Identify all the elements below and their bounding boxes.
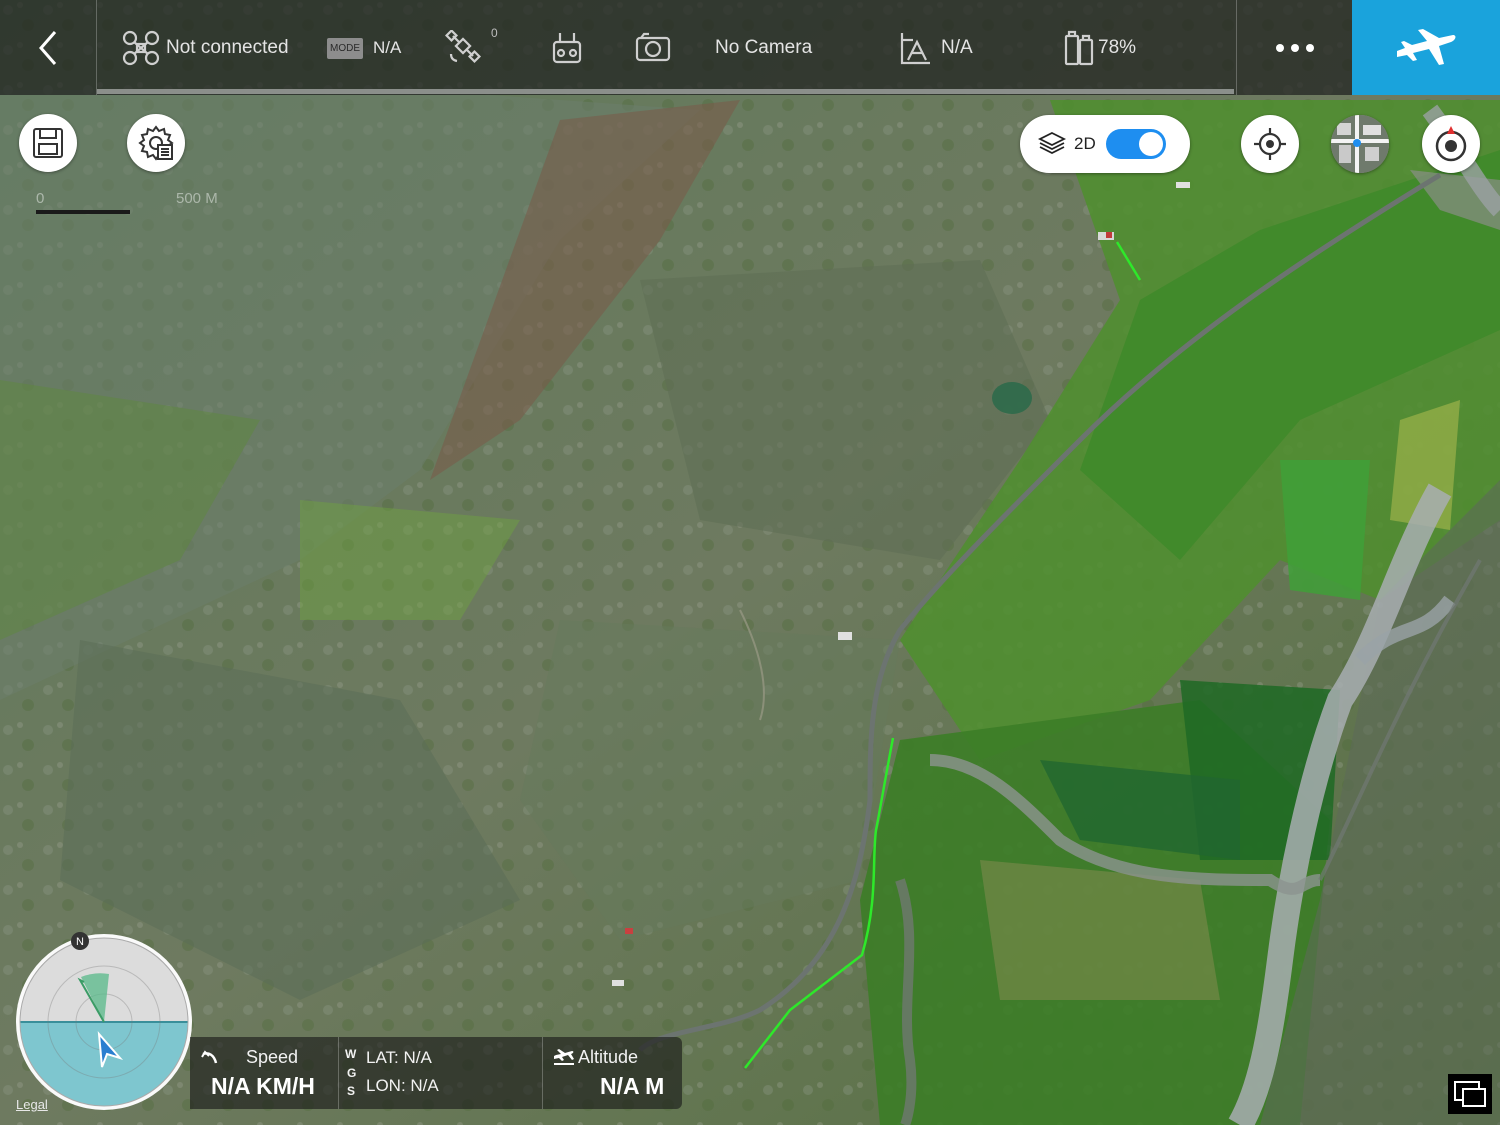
longitude: LON: N/A xyxy=(366,1076,439,1095)
chevron-left-icon xyxy=(39,30,57,65)
scale-bar xyxy=(36,210,130,214)
compass-icon xyxy=(1435,126,1467,162)
altitude-label: Altitude xyxy=(578,1047,639,1067)
mode-badge: MODE xyxy=(327,37,363,59)
airplane-icon xyxy=(1397,28,1456,65)
speed-label: Speed xyxy=(246,1047,299,1067)
scale-start: 0 xyxy=(36,190,45,207)
camera-icon xyxy=(635,32,671,62)
altitude-icon xyxy=(554,1049,574,1065)
flight-mode-value: N/A xyxy=(941,37,973,58)
flight-mode-icon xyxy=(900,33,930,65)
back-button[interactable] xyxy=(0,0,97,95)
camera-indicator[interactable] xyxy=(635,30,671,66)
picture-in-picture-button[interactable] xyxy=(1448,1074,1492,1114)
divider xyxy=(338,1037,339,1109)
wgs-g: G xyxy=(347,1066,357,1080)
crosshair-icon xyxy=(1254,128,1286,160)
speed-icon xyxy=(201,1050,218,1064)
speed-value: N/A KM/H xyxy=(211,1073,315,1099)
view-mode-label: 2D xyxy=(1074,134,1096,153)
satellite-icon xyxy=(445,30,482,64)
status-progress-line xyxy=(97,89,1234,94)
satellite-indicator[interactable]: 0 xyxy=(445,26,498,66)
view-mode-switch[interactable] xyxy=(1106,129,1166,159)
layers-icon xyxy=(1037,131,1067,155)
street-map-thumbnail-icon xyxy=(1331,115,1389,173)
telemetry-panel: Speed N/A KM/H W G S LAT: N/A LON: N/A A… xyxy=(190,1037,682,1109)
legal-link[interactable]: Legal xyxy=(16,1097,48,1112)
picture-in-picture-icon xyxy=(1454,1081,1486,1107)
scale-end: 500 M xyxy=(176,190,218,207)
remote-controller-indicator[interactable] xyxy=(552,30,582,66)
more-button[interactable] xyxy=(1236,0,1353,95)
drone-icon xyxy=(122,30,160,66)
remote-controller-icon xyxy=(552,33,582,64)
wgs-w: W xyxy=(345,1047,357,1061)
fly-button[interactable] xyxy=(1352,0,1500,95)
locate-button[interactable] xyxy=(1241,115,1299,173)
divider xyxy=(542,1037,543,1109)
mode-value: N/A xyxy=(373,38,402,57)
top-status-bar: Not connected MODE N/A 0 No Camera N/A 7… xyxy=(0,0,1500,95)
map-settings-button[interactable] xyxy=(127,114,185,172)
altitude-value: N/A M xyxy=(600,1073,665,1099)
aircraft-status[interactable]: Not connected xyxy=(122,30,289,66)
save-icon xyxy=(33,128,63,158)
battery-indicator[interactable]: 78% xyxy=(1064,30,1136,66)
battery-icon xyxy=(1064,30,1094,66)
save-map-button[interactable] xyxy=(19,114,77,172)
aircraft-status-text: Not connected xyxy=(166,37,289,58)
gear-icon xyxy=(138,125,174,161)
satellite-count: 0 xyxy=(491,26,498,40)
attitude-radar: N xyxy=(16,932,192,1110)
switch-knob xyxy=(1139,132,1163,156)
camera-status-text: No Camera xyxy=(715,37,813,58)
compass-button[interactable] xyxy=(1422,115,1480,173)
battery-value: 78% xyxy=(1098,37,1137,58)
status-strip: Not connected MODE N/A 0 No Camera N/A 7… xyxy=(97,0,1234,95)
flight-mode-indicator[interactable]: MODE N/A xyxy=(327,30,401,66)
north-label: N xyxy=(76,936,84,948)
camera-status: No Camera xyxy=(715,30,812,66)
more-dots-icon xyxy=(1276,43,1314,52)
flight-mode-status[interactable]: N/A xyxy=(899,30,973,66)
latitude: LAT: N/A xyxy=(366,1048,432,1067)
wgs-s: S xyxy=(347,1084,356,1098)
view-mode-toggle[interactable]: 2D xyxy=(1020,115,1190,173)
map-style-button[interactable] xyxy=(1331,115,1389,173)
